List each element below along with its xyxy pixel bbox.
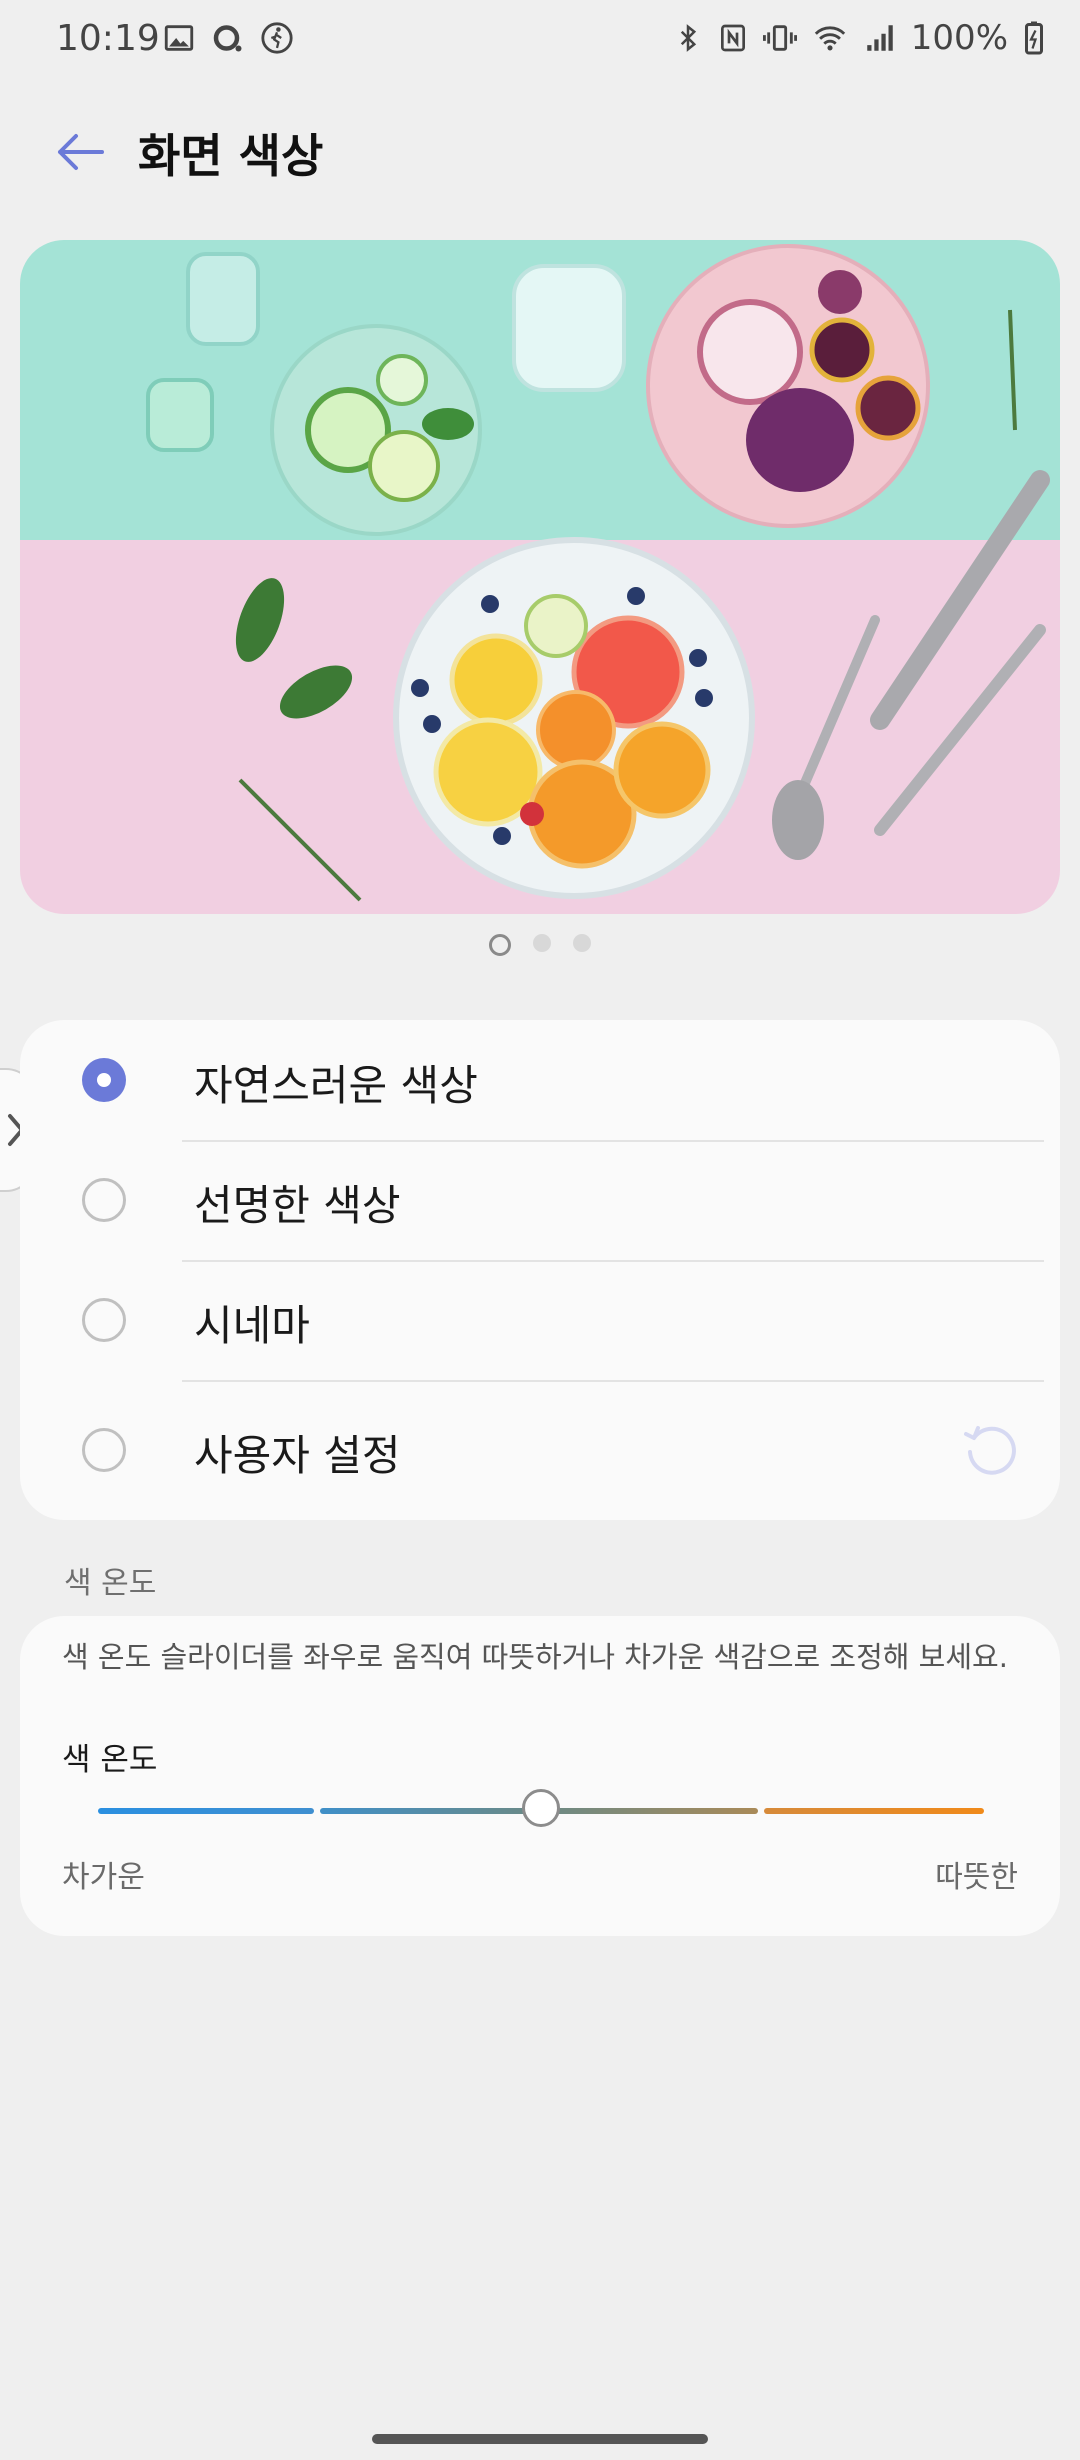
mode-label: 시네마 [194, 1301, 310, 1350]
slider-thumb[interactable] [522, 1789, 560, 1827]
page-dot-3[interactable] [573, 934, 591, 952]
battery-icon [1025, 21, 1043, 55]
food-illustration [20, 240, 1060, 914]
mode-label: 사용자 설정 [194, 1431, 401, 1480]
slider-segment-warm [764, 1808, 984, 1814]
mode-natural[interactable]: 자연스러운 색상 [20, 1020, 1060, 1140]
mode-label: 자연스러운 색상 [194, 1061, 478, 1110]
reset-icon[interactable] [960, 1420, 1020, 1480]
temperature-card: 색 온도 슬라이더를 좌우로 움직여 따뜻하거나 차가운 색감으로 조정해 보세… [20, 1616, 1060, 1936]
radio-custom[interactable] [82, 1428, 126, 1472]
radio-cinema[interactable] [82, 1298, 126, 1342]
slider-label: 색 온도 [62, 1742, 158, 1778]
radio-vivid[interactable] [82, 1178, 126, 1222]
preview-page-indicator[interactable] [0, 934, 1080, 956]
slider-segment-cool [320, 1808, 536, 1814]
page-title: 화면 색상 [138, 129, 324, 183]
status-time: 10:19 [56, 18, 160, 59]
nfc-icon [720, 24, 745, 52]
cold-label: 차가운 [62, 1860, 145, 1895]
color-preview-image[interactable] [20, 240, 1060, 914]
temperature-description: 색 온도 슬라이더를 좌우로 움직여 따뜻하거나 차가운 색감으로 조정해 보세… [62, 1640, 1008, 1674]
gesture-nav-bar[interactable] [372, 2434, 708, 2444]
bluetooth-icon [680, 24, 696, 52]
back-arrow-icon[interactable] [52, 124, 108, 180]
vibrate-icon [762, 25, 797, 51]
signal-icon [867, 25, 893, 51]
image-icon [164, 25, 194, 51]
mode-custom[interactable]: 사용자 설정 [20, 1380, 1060, 1500]
page-dot-2[interactable] [533, 934, 551, 952]
wifi-icon [814, 26, 845, 51]
mode-vivid[interactable]: 선명한 색상 [20, 1140, 1060, 1260]
page-dot-1[interactable] [489, 934, 511, 956]
temperature-slider[interactable] [98, 1789, 984, 1827]
slider-segment-cold [98, 1808, 314, 1814]
circle-icon [213, 25, 242, 52]
slider-segment-neutral [542, 1808, 758, 1814]
battery-percent: 100% [910, 18, 1008, 58]
status-bar: 10:19 100% [0, 0, 1080, 80]
radio-natural[interactable] [82, 1058, 126, 1102]
color-mode-list: 자연스러운 색상 선명한 색상 시네마 사용자 설정 [20, 1020, 1060, 1520]
mode-cinema[interactable]: 시네마 [20, 1260, 1060, 1380]
section-title-temperature: 색 온도 [64, 1566, 157, 1601]
walking-icon [261, 22, 293, 54]
warm-label: 따뜻한 [935, 1860, 1018, 1895]
app-bar: 화면 색상 [0, 110, 1080, 190]
mode-label: 선명한 색상 [194, 1181, 401, 1230]
